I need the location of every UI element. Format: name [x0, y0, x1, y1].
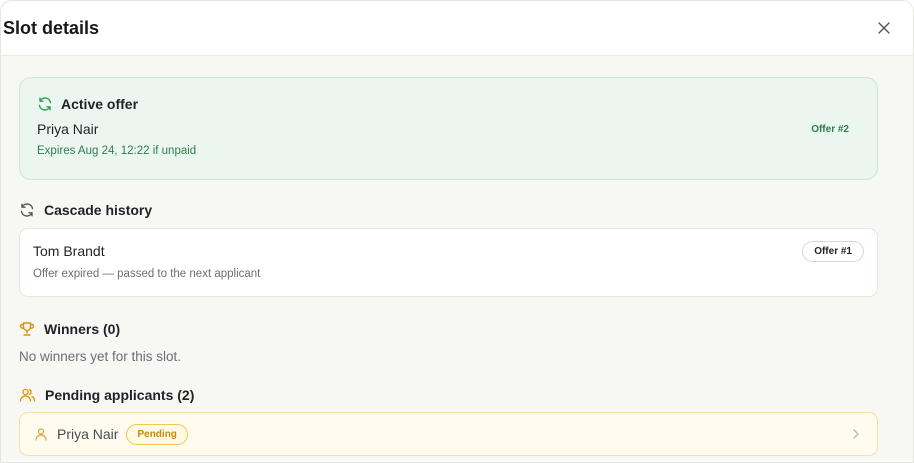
- pending-applicant-row[interactable]: Priya Nair Pending: [19, 412, 878, 456]
- user-icon: [35, 428, 47, 441]
- active-offer-title: Active offer: [61, 96, 139, 112]
- pending-applicants-title: Pending applicants (2): [45, 387, 195, 403]
- cascade-history-item: Tom Brandt Offer expired — passed to the…: [19, 228, 878, 297]
- active-offer-expiry: Expires Aug 24, 12:22 if unpaid: [37, 145, 197, 157]
- close-button[interactable]: [873, 17, 895, 39]
- cascade-item-offer-badge: Offer #1: [802, 241, 864, 262]
- panel-header: Slot details: [1, 1, 913, 56]
- active-offer-header: Active offer: [37, 96, 849, 112]
- trophy-icon: [19, 322, 35, 336]
- panel-content: Active offer Priya Nair Expires Aug 24, …: [1, 56, 913, 456]
- cascade-item-name: Tom Brandt: [33, 243, 105, 259]
- close-icon: [878, 22, 890, 34]
- winners-title: Winners (0): [44, 321, 121, 337]
- slot-details-panel: Slot details Active offer Priya Nair Exp…: [0, 0, 914, 463]
- cascade-history-title: Cascade history: [44, 202, 153, 218]
- panel-title: Slot details: [3, 17, 100, 38]
- chevron-right-icon: [853, 429, 859, 439]
- pending-applicants-heading: Pending applicants (2): [19, 387, 878, 403]
- pending-applicant-name: Priya Nair: [57, 426, 119, 442]
- active-offer-number: Offer #2: [811, 124, 849, 135]
- cascade-history-heading: Cascade history: [19, 202, 878, 218]
- refresh-icon: [38, 97, 52, 111]
- users-icon: [19, 388, 36, 402]
- winners-heading: Winners (0): [19, 321, 878, 337]
- pending-status-badge: Pending: [126, 423, 188, 445]
- refresh-icon: [20, 203, 34, 217]
- cascade-item-description: Offer expired — passed to the next appli…: [33, 268, 261, 280]
- winners-empty-message: No winners yet for this slot.: [19, 349, 182, 364]
- active-offer-name: Priya Nair: [37, 121, 99, 137]
- active-offer-card: Active offer Priya Nair Expires Aug 24, …: [19, 77, 878, 180]
